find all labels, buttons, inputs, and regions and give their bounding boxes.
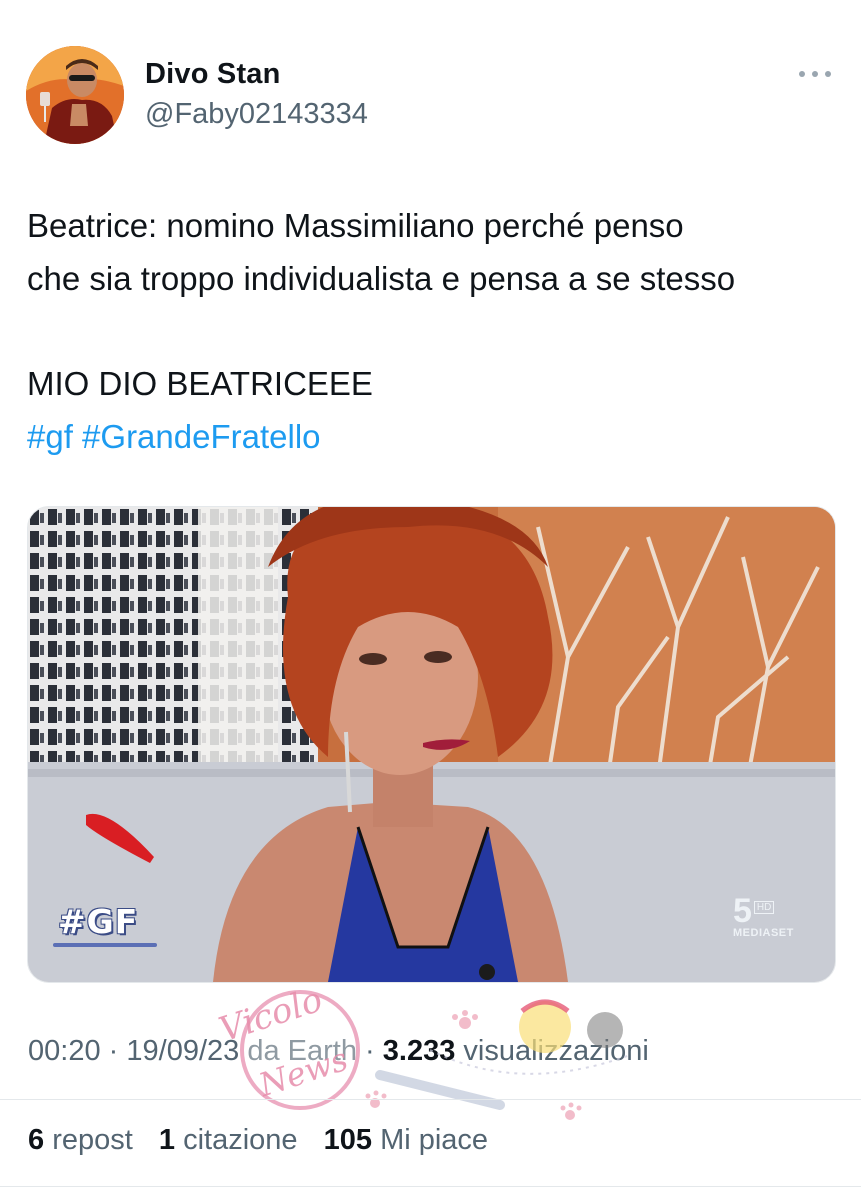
tweet-time[interactable]: 00:20 bbox=[28, 1035, 101, 1067]
user-avatar-photo-icon bbox=[26, 46, 124, 144]
gf-logo: #GF bbox=[58, 902, 139, 941]
engagement-stats: 6 repost 1 citazione 105 Mi piace bbox=[28, 1124, 506, 1157]
views-label: visualizzazioni bbox=[463, 1035, 649, 1067]
avatar[interactable] bbox=[26, 46, 124, 144]
tweet-line: Beatrice: nomino Massimiliano perché pen… bbox=[27, 207, 684, 244]
views-count: 3.233 bbox=[382, 1035, 456, 1067]
meta-separator: · bbox=[108, 1035, 119, 1067]
tweet-media-image[interactable]: #GF 5 HD MEDIASET bbox=[27, 506, 836, 983]
tweet-line: MIO DIO BEATRICEEE bbox=[27, 365, 373, 402]
hashtag-gf[interactable]: #gf bbox=[27, 418, 73, 455]
likes-label: Mi piace bbox=[380, 1124, 489, 1156]
media-photo bbox=[28, 507, 835, 982]
tweet-text: Beatrice: nomino Massimiliano perché pen… bbox=[27, 199, 847, 463]
likes-count: 105 bbox=[323, 1124, 372, 1156]
tweet-line: che sia troppo individualista e pensa a … bbox=[27, 260, 736, 297]
quotes-label: citazione bbox=[183, 1124, 298, 1156]
hashtag-grandefratello[interactable]: #GrandeFratello bbox=[82, 418, 320, 455]
reposts-stat[interactable]: 6 repost bbox=[28, 1124, 133, 1156]
channel5-logo: 5 HD MEDIASET bbox=[733, 892, 794, 939]
reposts-label: repost bbox=[52, 1124, 133, 1156]
quotes-stat[interactable]: 1 citazione bbox=[159, 1124, 298, 1156]
channel-brand: MEDIASET bbox=[733, 927, 794, 939]
divider bbox=[0, 1099, 861, 1100]
tweet-source: da Earth bbox=[247, 1035, 357, 1067]
quotes-count: 1 bbox=[158, 1124, 176, 1156]
tweet-meta: 00:20 · 19/09/23 da Earth · 3.233 visual… bbox=[28, 1035, 649, 1068]
user-handle[interactable]: @Faby02143334 bbox=[145, 98, 368, 131]
reposts-count: 6 bbox=[28, 1124, 45, 1156]
divider bbox=[0, 1186, 861, 1187]
likes-stat[interactable]: 105 Mi piace bbox=[324, 1124, 488, 1156]
more-options-icon[interactable] bbox=[795, 64, 835, 84]
channel-number: 5 bbox=[733, 892, 752, 930]
display-name[interactable]: Divo Stan bbox=[145, 58, 281, 91]
meta-separator: · bbox=[365, 1035, 375, 1067]
channel-hd-badge: HD bbox=[753, 901, 775, 914]
tweet-date[interactable]: 19/09/23 bbox=[126, 1035, 239, 1067]
hashtag-line: #gf #GrandeFratello bbox=[27, 410, 847, 463]
